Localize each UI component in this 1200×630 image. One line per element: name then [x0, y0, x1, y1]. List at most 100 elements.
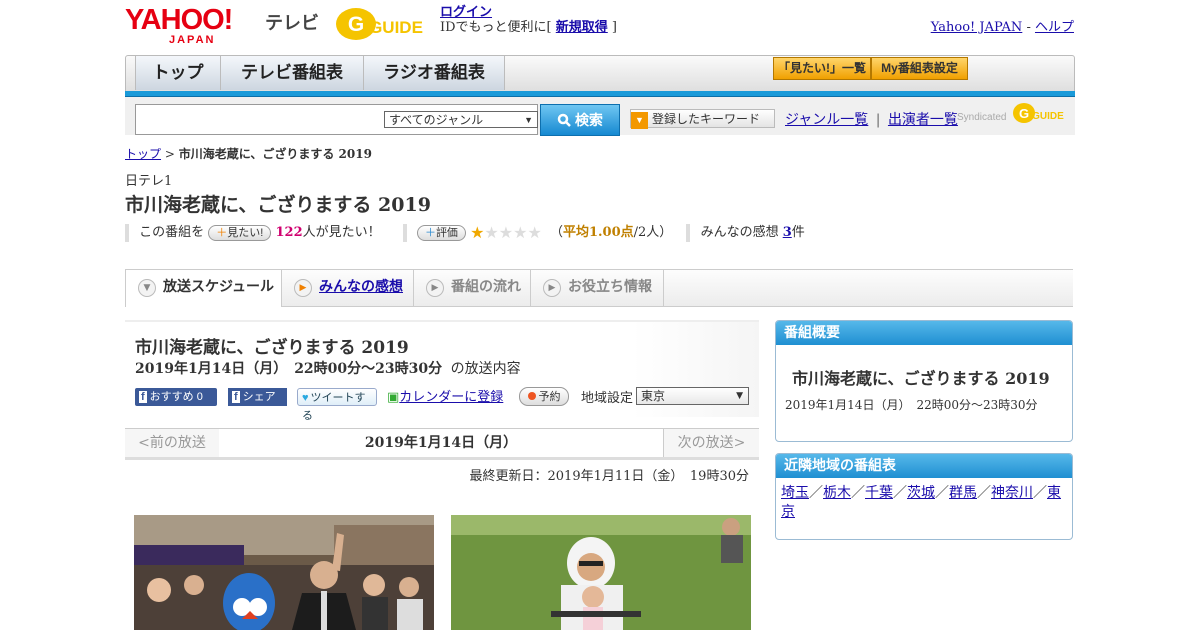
tab-reviews-label: みんなの感想: [319, 279, 403, 295]
broadcast-datetime-suffix: の放送内容: [450, 361, 521, 377]
signup-link[interactable]: 新規取得: [556, 20, 608, 35]
reviews-count-link[interactable]: 3: [783, 225, 792, 240]
login-note: IDでもっと便利に[: [440, 20, 556, 35]
genre-select[interactable]: すべてのジャンル ▼: [384, 111, 538, 128]
triangle-down-icon: ▼: [631, 112, 648, 129]
want-count: 122: [275, 225, 303, 240]
region-link[interactable]: 千葉: [865, 485, 893, 501]
search-button[interactable]: 検索: [540, 104, 620, 136]
region-link[interactable]: 埼玉: [781, 485, 809, 501]
yahoo-japan-link[interactable]: Yahoo! JAPAN: [931, 20, 1023, 35]
nav-tab-radio-schedule[interactable]: ラジオ番組表: [363, 56, 505, 90]
facebook-icon: f: [139, 391, 147, 403]
genre-list-link[interactable]: ジャンル一覧: [785, 112, 868, 128]
region-label: 地域設定: [581, 391, 634, 406]
nav-tab-tv-schedule[interactable]: テレビ番組表: [220, 56, 364, 90]
play-icon: ▶: [294, 279, 312, 297]
broadcast-title: 市川海老蔵に、ござりまする 2019: [135, 338, 409, 358]
nav-tab-top[interactable]: トップ: [135, 56, 221, 90]
rating-count: /2人）: [633, 225, 673, 240]
tab-flow[interactable]: ▶ 番組の流れ: [414, 270, 531, 306]
want-suffix: 人が見たい！: [302, 225, 381, 240]
keyword-button[interactable]: ▼ 登録したキーワード: [630, 109, 775, 129]
tab-info[interactable]: ▶ お役立ち情報: [531, 270, 664, 306]
rating-stars: ★★★★★: [470, 223, 542, 242]
region-sep: ／: [809, 485, 823, 501]
tweet-button[interactable]: ♥ ツイートする: [297, 388, 377, 422]
star-empty-icon: ★: [527, 223, 542, 242]
yahoo-logo-text: YAHOO!: [125, 4, 233, 36]
breadcrumb-top[interactable]: トップ: [125, 147, 161, 161]
play-icon: ▶: [543, 279, 561, 297]
facebook-share-button[interactable]: f シェア: [228, 388, 287, 406]
divider: [686, 223, 691, 242]
gguide-logo-text: GUIDE: [369, 18, 423, 37]
want-button[interactable]: ＋見たい!: [208, 224, 272, 241]
prev-broadcast-link[interactable]: <前の放送: [125, 429, 220, 457]
calendar-register[interactable]: ▣カレンダーに登録: [387, 386, 503, 405]
region-link[interactable]: 茨城: [907, 485, 935, 501]
region-link[interactable]: 神奈川: [991, 485, 1033, 501]
performer-list-link[interactable]: 出演者一覧: [888, 112, 958, 128]
tab-schedule[interactable]: ▼ 放送スケジュール: [125, 270, 282, 307]
facebook-icon: f: [232, 391, 240, 403]
star-empty-icon: ★: [484, 223, 499, 242]
yahoo-logo-sub: JAPAN: [169, 34, 216, 46]
my-schedule-button[interactable]: My番組表設定: [871, 57, 968, 80]
program-photo-2: [451, 515, 751, 630]
svg-text:G: G: [1019, 106, 1029, 121]
login-link[interactable]: ログイン: [440, 5, 492, 20]
region-select[interactable]: 東京 ▼: [636, 387, 749, 405]
region-select-value: 東京: [641, 389, 666, 403]
rating-button[interactable]: ＋評価: [416, 224, 466, 241]
gguide-small-logo: G GUIDE: [1012, 101, 1068, 129]
want-button-label: 見たい!: [227, 226, 264, 239]
record-icon: [527, 392, 536, 400]
login-box: ログイン IDでもっと便利に[ 新規取得 ]: [440, 5, 617, 35]
program-photo-1: [134, 515, 434, 630]
tab-reviews[interactable]: ▶ みんなの感想: [282, 270, 414, 306]
calendar-register-link[interactable]: カレンダーに登録: [399, 390, 503, 405]
chevron-down-icon: ▼: [736, 391, 743, 401]
header-link-sep: -: [1022, 20, 1035, 35]
star-filled-icon: ★: [470, 223, 485, 242]
reviews-unit: 件: [791, 225, 805, 240]
program-tabs: ▼ 放送スケジュール ▶ みんなの感想 ▶ 番組の流れ ▶ お役立ち情報: [125, 269, 1073, 307]
region-sep: ／: [1033, 485, 1047, 501]
chevron-down-icon: ▼: [138, 279, 156, 297]
reviews-label: みんなの感想: [700, 225, 783, 240]
star-empty-icon: ★: [513, 223, 528, 242]
header-links: Yahoo! JAPAN - ヘルプ: [931, 16, 1074, 35]
region-sep: ／: [977, 485, 991, 501]
overview-title: 市川海老蔵に、ござりまする 2019: [792, 369, 1050, 388]
keyword-button-label: 登録したキーワード: [652, 112, 761, 126]
broadcast-nav: <前の放送 2019年1月14日（月） 次の放送>: [125, 428, 759, 460]
reserve-button[interactable]: 予約: [519, 387, 569, 406]
tab-info-label: お役立ち情報: [568, 279, 652, 295]
breadcrumb: トップ > 市川海老蔵に、ござりまする 2019: [125, 145, 372, 162]
help-link[interactable]: ヘルプ: [1035, 20, 1074, 35]
last-updated: 最終更新日：2019年1月11日（金） 19時30分: [469, 469, 749, 484]
breadcrumb-current: 市川海老蔵に、ござりまする 2019: [178, 147, 372, 161]
region-link[interactable]: 群馬: [949, 485, 977, 501]
region-sep: ／: [935, 485, 949, 501]
search-button-label: 検索: [574, 112, 603, 128]
facebook-recommend-button[interactable]: f おすすめ 0: [135, 388, 217, 406]
calendar-add-icon: ▣: [387, 390, 400, 405]
gguide-logo[interactable]: G GUIDE: [334, 6, 432, 42]
region-sep: ／: [893, 485, 907, 501]
play-icon: ▶: [426, 279, 444, 297]
plus-icon: ＋: [216, 226, 228, 239]
next-broadcast-link[interactable]: 次の放送>: [663, 429, 759, 457]
yahoo-logo[interactable]: YAHOO! JAPAN: [125, 4, 233, 46]
svg-text:GUIDE: GUIDE: [1032, 111, 1064, 122]
broadcast-datetime-value: 2019年1月14日（月） 22時00分～23時30分: [135, 361, 443, 377]
tv-label: テレビ: [265, 13, 319, 33]
reserve-label: 予約: [538, 391, 561, 403]
chevron-down-icon: ▼: [524, 115, 533, 125]
overview-date: 2019年1月14日（月） 22時00分～23時30分: [785, 398, 1038, 412]
want-list-button[interactable]: 「見たい!」一覧: [773, 57, 871, 80]
nearby-regions-box: 近隣地域の番組表 埼玉／栃木／千葉／茨城／群馬／神奈川／東京: [775, 453, 1073, 540]
svg-text:G: G: [348, 13, 364, 36]
region-link[interactable]: 栃木: [823, 485, 851, 501]
